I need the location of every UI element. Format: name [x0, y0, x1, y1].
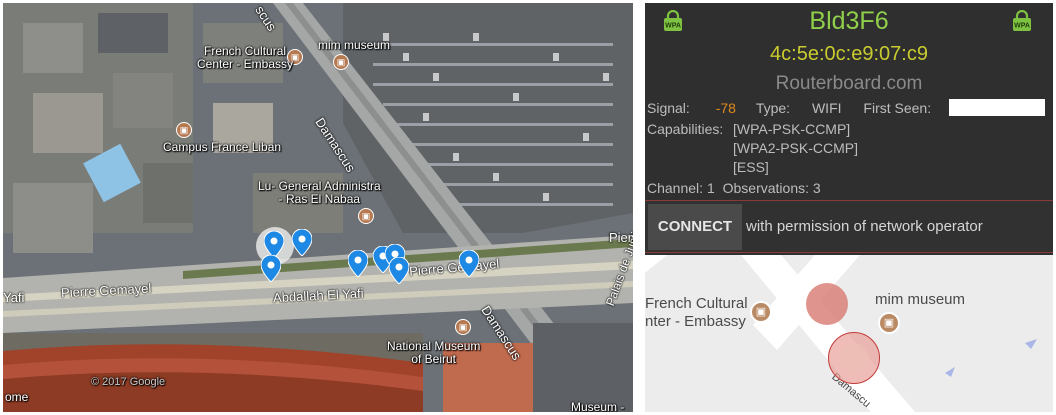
capability-item: [WPA-PSK-CCMP]	[733, 121, 851, 137]
connect-note: with permission of network operator	[746, 218, 983, 235]
capability-item: [ESS]	[733, 159, 769, 175]
signal-value: -78	[715, 100, 736, 116]
mim-museum-label: mim museum	[318, 38, 391, 52]
google-watermark: © 2017 Google	[91, 376, 166, 388]
observations-label: Observations:	[722, 180, 809, 196]
school-icon[interactable]: ▣	[176, 122, 192, 138]
network-bssid: 4c:5e:0c:e9:07:c9	[770, 43, 928, 65]
network-marker-pin[interactable]	[348, 250, 368, 277]
yafi-label: Yafi	[3, 290, 25, 305]
national-museum-label: National Museum of Beirut	[387, 339, 481, 366]
satellite-imagery	[3, 3, 633, 412]
channel-row: Channel: 1 Observations: 3	[647, 180, 821, 196]
connect-bar: CONNECT with permission of network opera…	[645, 200, 1053, 253]
school-icon[interactable]: ▣	[358, 208, 374, 224]
network-vendor: Routerboard.com	[775, 73, 923, 94]
first-seen-value	[949, 99, 1045, 116]
french-cultural-label: French Cultural Center - Embassy	[197, 44, 294, 71]
network-detail-panel: WPA WPA Bld3F6 4c:5e:0c:e9:07:c9 Routerb…	[645, 3, 1053, 412]
network-marker-pin[interactable]	[264, 231, 284, 258]
corner-label: ome	[5, 390, 29, 404]
type-label: Type:	[755, 100, 791, 116]
mini-museum-icon[interactable]: ▣	[878, 312, 900, 334]
mini-mim-museum-label: mim museum	[875, 291, 966, 308]
observations-value: 3	[812, 180, 821, 196]
signal-row: Signal: -78 Type: WIFI First Seen:	[647, 100, 931, 116]
museum-icon[interactable]: ▣	[333, 54, 349, 70]
mini-french-cultural-label: French Cultural nter - Embassy	[645, 295, 748, 330]
network-header: WPA WPA Bld3F6 4c:5e:0c:e9:07:c9 Routerb…	[645, 3, 1053, 200]
network-marker-pin[interactable]	[459, 250, 479, 277]
network-marker-pin[interactable]	[389, 257, 409, 284]
campus-france-label: Campus France Liban	[163, 140, 282, 154]
channel-label: Channel:	[647, 180, 704, 196]
location-center-dot	[839, 343, 869, 373]
museum-icon[interactable]: ▣	[455, 319, 471, 335]
channel-value: 1	[706, 180, 715, 196]
observation-circle[interactable]	[806, 283, 848, 325]
signal-label: Signal:	[647, 100, 690, 116]
network-marker-pin[interactable]	[292, 229, 312, 256]
lu-general-label: Lu- General Administra - Ras El Nabaa	[258, 179, 381, 206]
mini-map[interactable]: French Cultural nter - Embassy ▣ mim mus…	[645, 255, 1053, 412]
network-ssid: Bld3F6	[809, 7, 889, 35]
first-seen-label: First Seen:	[863, 100, 932, 116]
satellite-map[interactable]: ▣ ▣ ▣ ▣ ▣ French Cultural Center - Embas…	[3, 3, 633, 412]
connect-button[interactable]: CONNECT	[648, 204, 742, 250]
museum-short-label: Museum -	[571, 400, 625, 413]
type-value: WIFI	[811, 100, 842, 116]
mini-building-icon[interactable]: ▣	[750, 301, 772, 323]
capability-item: [WPA2-PSK-CCMP]	[733, 140, 858, 156]
network-marker-pin[interactable]	[261, 255, 281, 282]
capabilities-label: Capabilities:	[647, 121, 724, 137]
